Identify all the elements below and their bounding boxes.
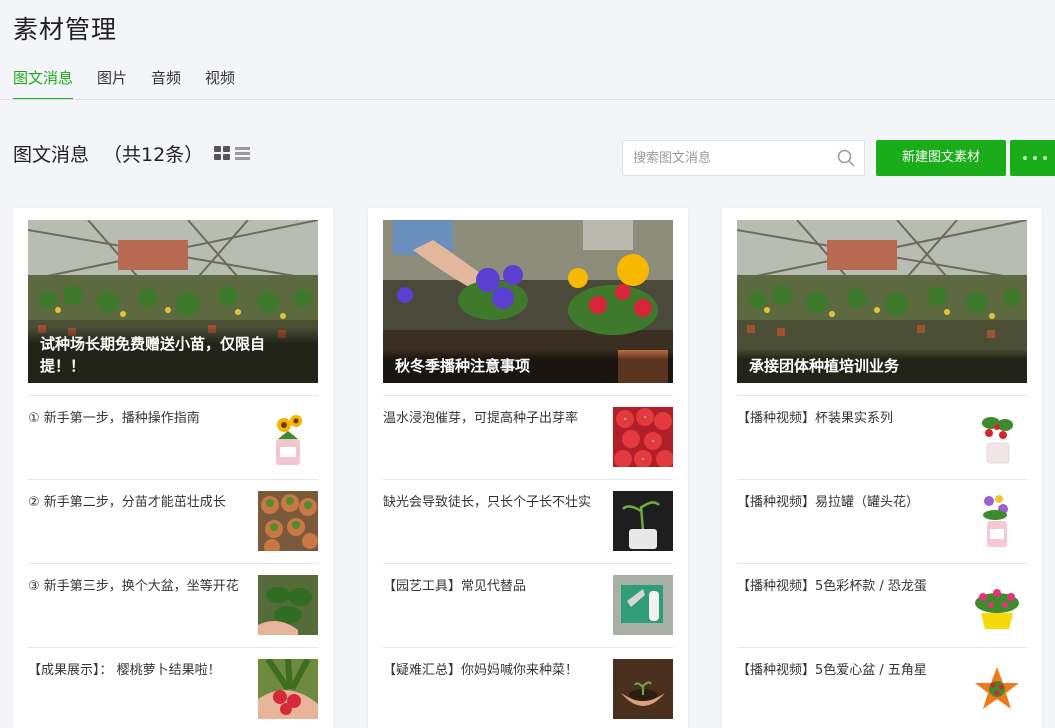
section-title: 图文消息 （共12条） bbox=[13, 140, 203, 167]
tabs-divider bbox=[0, 99, 1055, 100]
item-title: ① 新手第一步，播种操作指南 bbox=[28, 411, 200, 426]
item-title: 温水浸泡催芽，可提高种子出芽率 bbox=[383, 411, 579, 426]
article-card[interactable]: 试种场长期免费赠送小苗，仅限自提！！ ① 新手第一步，播种操作指南 ② 新手第二… bbox=[13, 208, 333, 728]
tab-images[interactable]: 图片 bbox=[97, 66, 127, 100]
search-input[interactable] bbox=[623, 141, 823, 175]
list-item[interactable]: 【播种视频】5色彩杯款 / 恐龙蛋 bbox=[737, 563, 1027, 647]
grid-view-icon[interactable] bbox=[214, 146, 230, 161]
item-title: 【播种视频】易拉罐（罐头花） bbox=[737, 495, 920, 510]
list-view-icon[interactable] bbox=[235, 146, 250, 161]
list-item[interactable]: 【播种视频】杯装果实系列 bbox=[737, 395, 1027, 479]
tab-video[interactable]: 视频 bbox=[205, 66, 235, 100]
more-options-button[interactable] bbox=[1010, 140, 1055, 176]
cover[interactable]: 承接团体种植培训业务 bbox=[737, 220, 1027, 383]
item-title: ② 新手第二步，分苗才能茁壮成长 bbox=[28, 495, 226, 510]
strawberries-thumbnail bbox=[613, 407, 673, 467]
sprout-cup-thumbnail bbox=[613, 491, 673, 551]
item-title: 【成果展示】： 樱桃萝卜结果啦！ bbox=[28, 663, 221, 678]
cover-title: 秋冬季播种注意事项 bbox=[383, 349, 673, 383]
list-item[interactable]: ③ 新手第三步，换个大盆，坐等开花 bbox=[28, 563, 318, 647]
seedling-hand-thumbnail bbox=[258, 575, 318, 635]
item-title: 【疑难汇总】你妈妈喊你来种菜！ bbox=[383, 663, 579, 678]
item-title: 【播种视频】5色爱心盆 / 五角星 bbox=[737, 663, 927, 678]
more-dot-icon bbox=[1023, 156, 1027, 160]
list-item[interactable]: 【成果展示】： 樱桃萝卜结果啦！ bbox=[28, 647, 318, 728]
tab-bar: 图文消息 图片 音频 视频 bbox=[13, 66, 259, 100]
garden-tools-thumbnail bbox=[613, 575, 673, 635]
flower-can-thumbnail bbox=[967, 491, 1027, 551]
tab-articles[interactable]: 图文消息 bbox=[13, 66, 74, 100]
section-count: （共12条） bbox=[103, 144, 204, 166]
more-dot-icon bbox=[1033, 156, 1037, 160]
item-title: 【园艺工具】常见代替品 bbox=[383, 579, 527, 594]
article-card[interactable]: 承接团体种植培训业务 【播种视频】杯装果实系列 【播种视频】易拉罐（罐头花） 【… bbox=[722, 208, 1042, 728]
list-item[interactable]: 【播种视频】5色爱心盆 / 五角星 bbox=[737, 647, 1027, 728]
item-title: ③ 新手第三步，换个大盆，坐等开花 bbox=[28, 579, 239, 594]
more-dot-icon bbox=[1043, 156, 1047, 160]
tab-audio[interactable]: 音频 bbox=[151, 66, 181, 100]
page-title: 素材管理 bbox=[13, 15, 118, 44]
list-item[interactable]: 【播种视频】易拉罐（罐头花） bbox=[737, 479, 1027, 563]
search-icon[interactable] bbox=[837, 149, 855, 167]
section-title-text: 图文消息 bbox=[13, 144, 90, 166]
list-item[interactable]: 缺光会导致徒长，只长个子长不壮实 bbox=[383, 479, 673, 563]
star-pot-thumbnail bbox=[967, 659, 1027, 719]
yellow-pot-thumbnail bbox=[967, 575, 1027, 635]
seedling-pots-thumbnail bbox=[258, 491, 318, 551]
list-item[interactable]: 温水浸泡催芽，可提高种子出芽率 bbox=[383, 395, 673, 479]
item-title: 【播种视频】5色彩杯款 / 恐龙蛋 bbox=[737, 579, 927, 594]
cover[interactable]: 试种场长期免费赠送小苗，仅限自提！！ bbox=[28, 220, 318, 383]
soil-hands-thumbnail bbox=[613, 659, 673, 719]
cover-title: 承接团体种植培训业务 bbox=[737, 349, 1027, 383]
list-item[interactable]: 【园艺工具】常见代替品 bbox=[383, 563, 673, 647]
list-item[interactable]: ② 新手第二步，分苗才能茁壮成长 bbox=[28, 479, 318, 563]
article-card[interactable]: 秋冬季播种注意事项 温水浸泡催芽，可提高种子出芽率 缺光会导致徒长，只长个子长不… bbox=[368, 208, 688, 728]
cover-title: 试种场长期免费赠送小苗，仅限自提！！ bbox=[28, 327, 318, 383]
list-item[interactable]: 【疑难汇总】你妈妈喊你来种菜！ bbox=[383, 647, 673, 728]
new-article-button[interactable]: 新建图文素材 bbox=[876, 140, 1006, 176]
item-title: 缺光会导致徒长，只长个子长不壮实 bbox=[383, 495, 592, 510]
strawberry-cup-thumbnail bbox=[967, 407, 1027, 467]
list-item[interactable]: ① 新手第一步，播种操作指南 bbox=[28, 395, 318, 479]
radish-thumbnail bbox=[258, 659, 318, 719]
item-title: 【播种视频】杯装果实系列 bbox=[737, 411, 894, 426]
sunflower-pot-thumbnail bbox=[258, 407, 318, 467]
cover[interactable]: 秋冬季播种注意事项 bbox=[383, 220, 673, 383]
search-box bbox=[622, 140, 865, 176]
